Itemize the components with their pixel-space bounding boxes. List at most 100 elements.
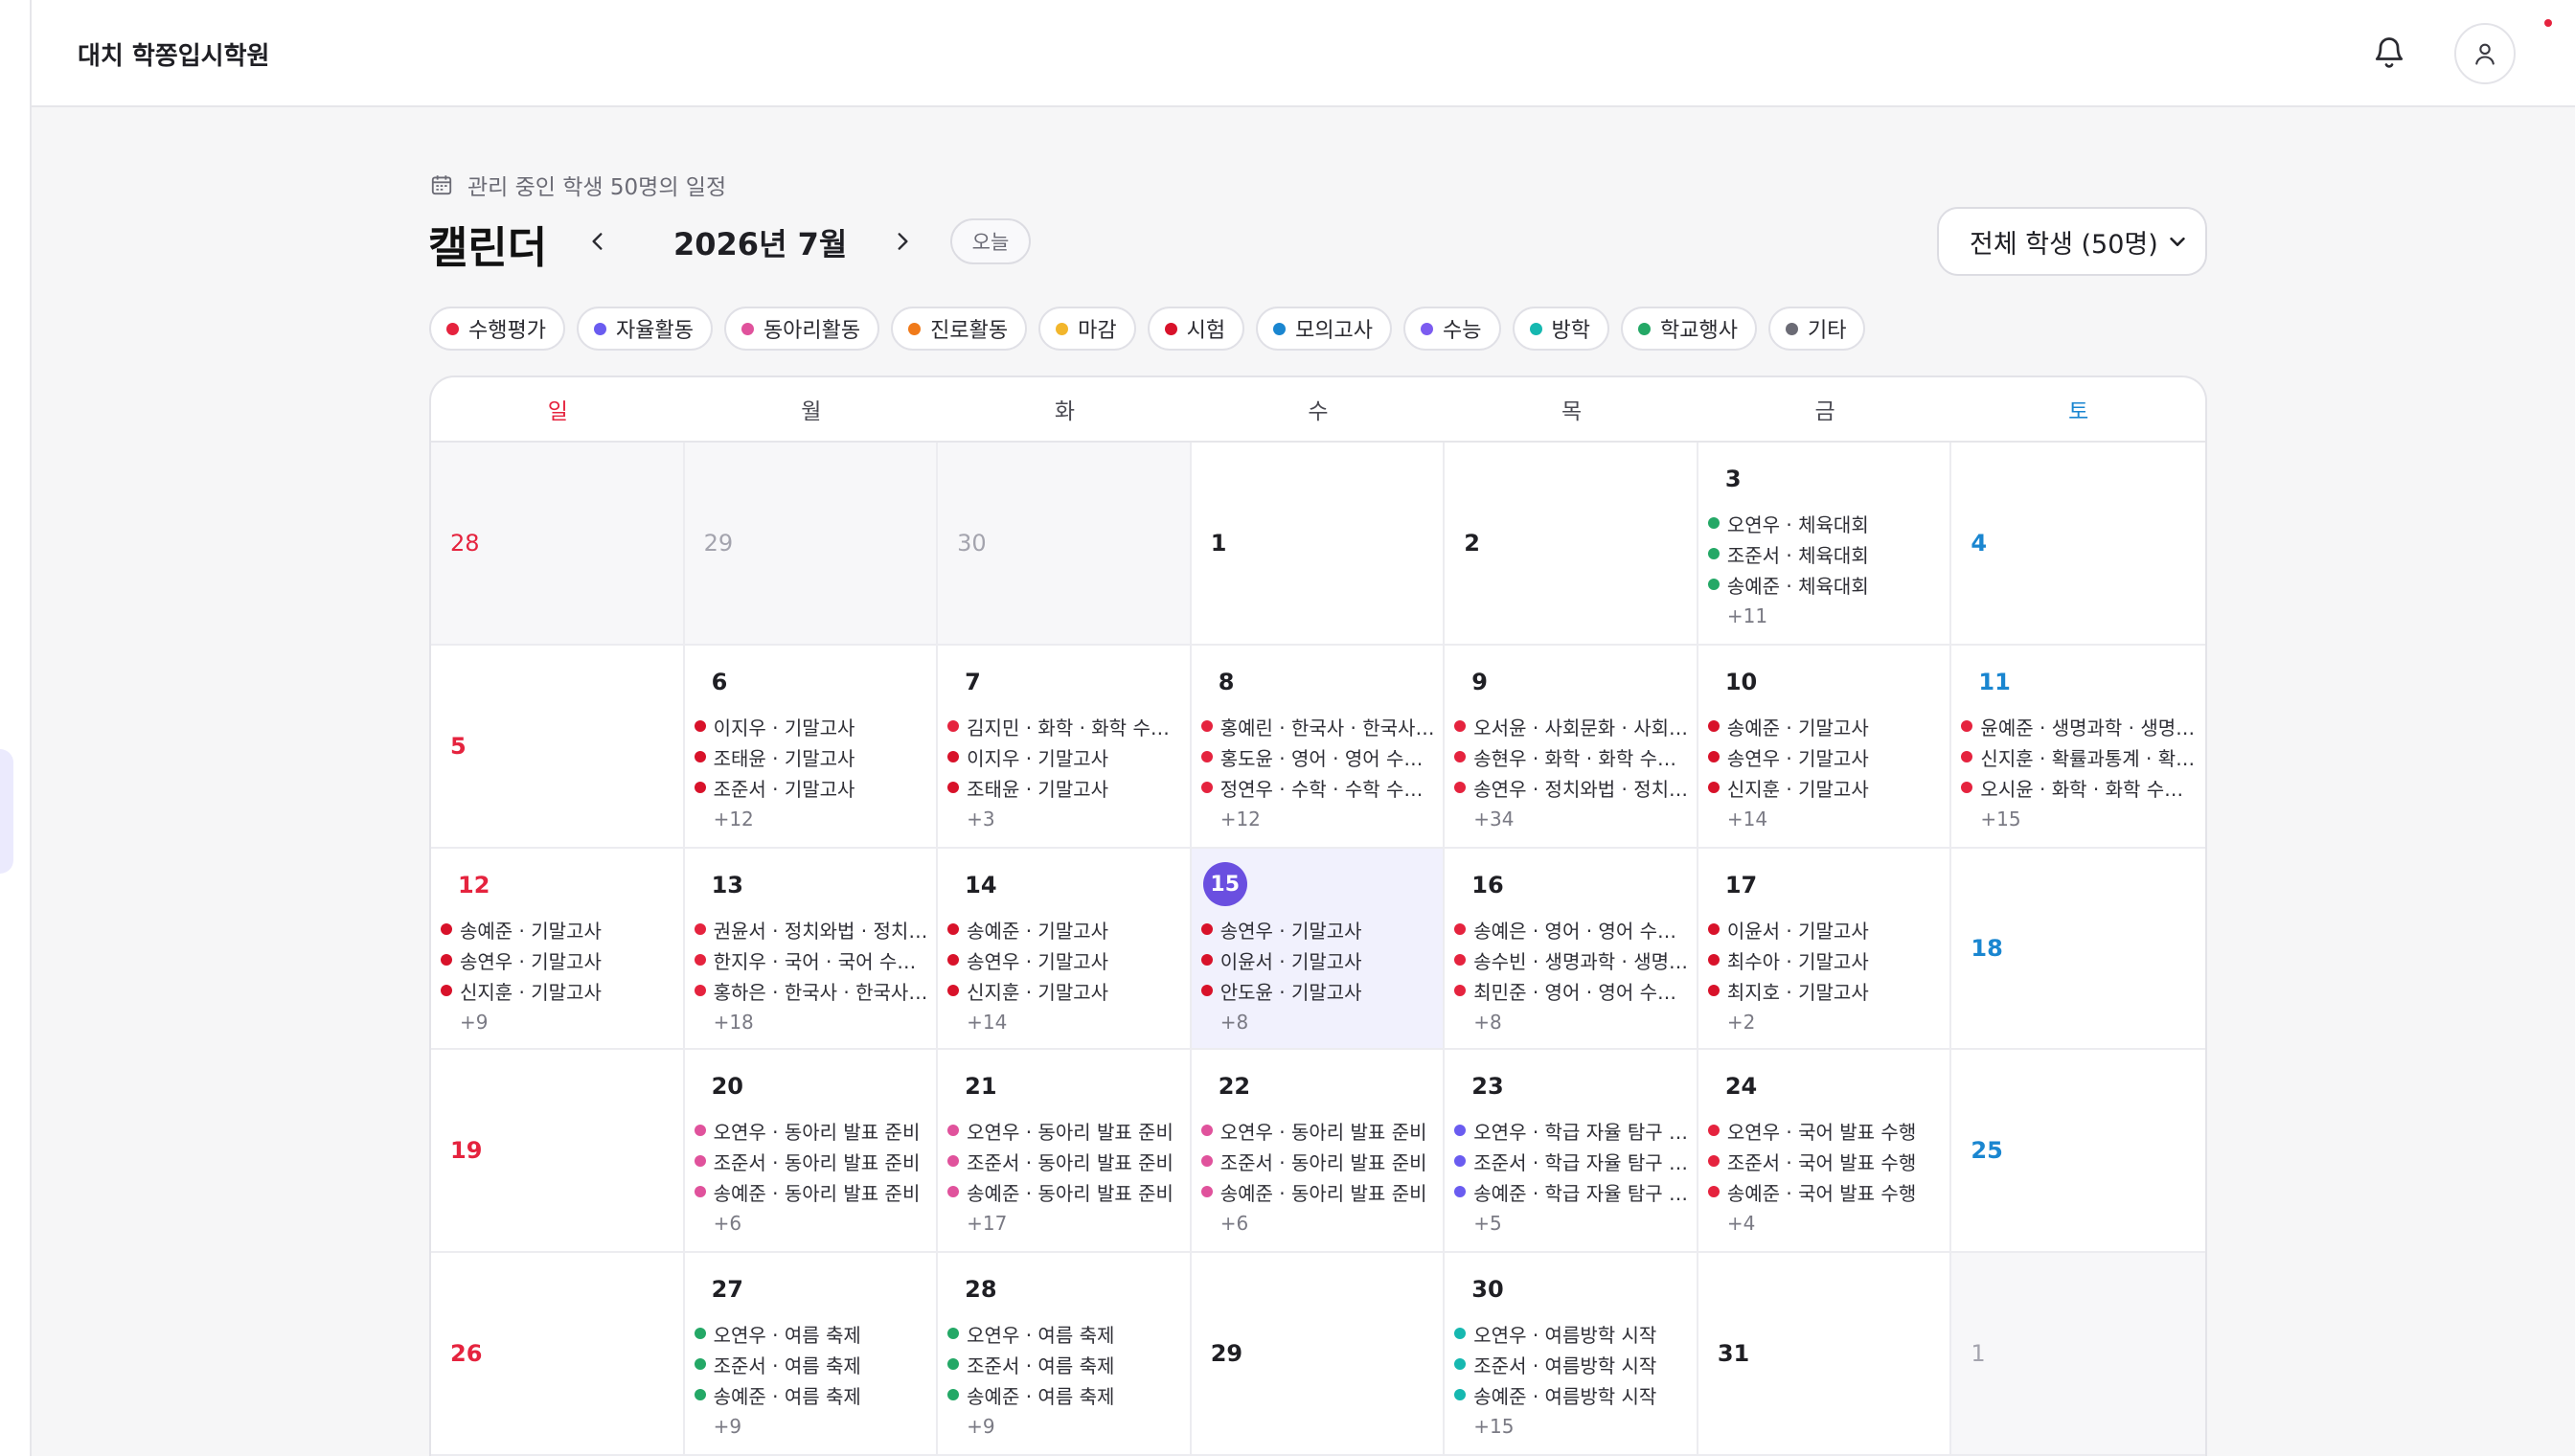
event-item[interactable]: 오시윤 · 화학 · 화학 수행평가 — [1961, 772, 2199, 803]
event-item[interactable]: 안도윤 · 기말고사 — [1200, 975, 1438, 1006]
calendar-day-cell[interactable]: 30 오연우 · 여름방학 시작 조준서 · 여름방학 시작 송예준 · 여름방학 시… — [1445, 1253, 1698, 1456]
calendar-day-cell[interactable]: 16 송예은 · 영어 · 영어 수행평가송수빈 · 생명과학 · 생명과학 수행… — [1445, 849, 1698, 1050]
event-item[interactable]: 오서윤 · 사회문화 · 사회문화 수행평가 — [1454, 711, 1691, 741]
today-button[interactable]: 오늘 — [950, 218, 1031, 264]
calendar-day-cell[interactable]: 24 오연우 · 국어 발표 수행 조준서 · 국어 발표 수행 송예준 · 국어 발… — [1698, 1050, 1952, 1253]
event-item[interactable]: 송예준 · 동아리 발표 준비 — [947, 1176, 1184, 1207]
category-chip[interactable]: 자율활동 — [576, 307, 713, 351]
event-item[interactable]: 송현우 · 화학 · 화학 수행평가 — [1454, 741, 1691, 772]
calendar-day-cell[interactable]: 19 — [431, 1050, 685, 1253]
calendar-day-cell[interactable]: 27 오연우 · 여름 축제 조준서 · 여름 축제 송예준 · 여름 축제 +9 — [684, 1253, 939, 1456]
calendar-day-cell[interactable]: 18 — [1951, 849, 2205, 1050]
event-item[interactable]: 조태윤 · 기말고사 — [694, 741, 931, 772]
calendar-day-cell[interactable]: 31 — [1698, 1253, 1952, 1456]
more-events-link[interactable]: +14 — [1708, 803, 1945, 835]
event-item[interactable]: 홍도윤 · 영어 · 영어 수행평가 — [1200, 741, 1437, 772]
calendar-day-cell[interactable]: 21 오연우 · 동아리 발표 준비 조준서 · 동아리 발표 준비 송예준 · 동아… — [938, 1050, 1192, 1253]
event-item[interactable]: 정연우 · 수학 · 수학 수행평가 — [1200, 772, 1437, 803]
event-item[interactable]: 송예준 · 여름 축제 — [947, 1379, 1184, 1410]
more-events-link[interactable]: +9 — [441, 1006, 677, 1038]
event-item[interactable]: 송예준 · 여름방학 시작 — [1454, 1379, 1691, 1410]
event-item[interactable]: 조준서 · 학급 자율 탐구 발표 — [1454, 1146, 1691, 1176]
more-events-link[interactable]: +14 — [947, 1006, 1184, 1038]
calendar-day-cell[interactable]: 23 오연우 · 학급 자율 탐구 발표 조준서 · 학급 자율 탐구 발표 송예준 … — [1445, 1050, 1698, 1253]
event-item[interactable]: 송예은 · 영어 · 영어 수행평가 — [1454, 914, 1691, 944]
more-events-link[interactable]: +6 — [695, 1207, 931, 1240]
calendar-day-cell[interactable]: 15 송연우 · 기말고사 이윤서 · 기말고사 안도윤 · 기말고사 +8 — [1191, 849, 1446, 1050]
more-events-link[interactable]: +9 — [947, 1410, 1184, 1443]
event-item[interactable]: 조준서 · 국어 발표 수행 — [1707, 1146, 1945, 1176]
event-item[interactable]: 송연우 · 기말고사 — [1707, 741, 1945, 772]
event-item[interactable]: 최수아 · 기말고사 — [1707, 944, 1945, 975]
prev-month-button[interactable] — [575, 218, 621, 264]
next-month-button[interactable] — [879, 218, 925, 264]
category-chip[interactable]: 학교행사 — [1621, 307, 1757, 351]
calendar-day-cell[interactable]: 6 이지우 · 기말고사 조태윤 · 기말고사 조준서 · 기말고사 +12 — [684, 646, 939, 849]
event-item[interactable]: 신지훈 · 기말고사 — [441, 975, 677, 1006]
category-chip[interactable]: 마감 — [1038, 307, 1136, 351]
more-events-link[interactable]: +15 — [1454, 1410, 1691, 1443]
event-item[interactable]: 송예준 · 동아리 발표 준비 — [1200, 1176, 1438, 1207]
calendar-day-cell[interactable]: 13 권윤서 · 정치와법 · 정치와법 수행평가한지우 · 국어 · 국어 수행… — [684, 849, 939, 1050]
more-events-link[interactable]: +4 — [1708, 1207, 1945, 1240]
event-item[interactable]: 조준서 · 여름방학 시작 — [1454, 1349, 1691, 1379]
event-item[interactable]: 송예준 · 여름 축제 — [694, 1379, 931, 1410]
calendar-day-cell[interactable]: 5 — [431, 646, 685, 849]
more-events-link[interactable]: +11 — [1708, 600, 1945, 632]
event-item[interactable]: 이지우 · 기말고사 — [947, 741, 1184, 772]
notification-button[interactable] — [2366, 29, 2412, 75]
event-item[interactable]: 한지우 · 국어 · 국어 수행평가 — [694, 944, 930, 975]
calendar-day-cell[interactable]: 9 오서윤 · 사회문화 · 사회문화 수행평가송현우 · 화학 · 화학 수행평… — [1445, 646, 1698, 849]
event-item[interactable]: 조준서 · 동아리 발표 준비 — [947, 1146, 1184, 1176]
event-item[interactable]: 송예준 · 기말고사 — [441, 914, 677, 944]
event-item[interactable]: 송연우 · 기말고사 — [441, 944, 677, 975]
profile-button[interactable] — [2454, 23, 2516, 84]
category-chip[interactable]: 수능 — [1403, 307, 1501, 351]
calendar-day-cell[interactable]: 10 송예준 · 기말고사 송연우 · 기말고사 신지훈 · 기말고사 +14 — [1698, 646, 1952, 849]
event-item[interactable]: 오연우 · 체육대회 — [1707, 508, 1945, 538]
event-item[interactable]: 조준서 · 동아리 발표 준비 — [1200, 1146, 1438, 1176]
calendar-day-cell[interactable]: 28 오연우 · 여름 축제 조준서 · 여름 축제 송예준 · 여름 축제 +9 — [938, 1253, 1192, 1456]
event-item[interactable]: 이윤서 · 기말고사 — [1200, 944, 1438, 975]
event-item[interactable]: 송예준 · 기말고사 — [1707, 711, 1945, 741]
event-item[interactable]: 최지호 · 기말고사 — [1707, 975, 1945, 1006]
event-item[interactable]: 오연우 · 동아리 발표 준비 — [947, 1115, 1184, 1146]
calendar-day-cell[interactable]: 11 윤예준 · 생명과학 · 생명과학 수행평가신지훈 · 확률과통계 · 확률… — [1951, 646, 2205, 849]
student-filter-select[interactable]: 전체 학생 (50명) — [1937, 207, 2207, 276]
calendar-day-cell[interactable]: 20 오연우 · 동아리 발표 준비 조준서 · 동아리 발표 준비 송예준 · 동아… — [684, 1050, 939, 1253]
calendar-day-cell[interactable]: 26 — [431, 1253, 685, 1456]
more-events-link[interactable]: +17 — [947, 1207, 1184, 1240]
calendar-day-cell[interactable]: 25 — [1951, 1050, 2205, 1253]
event-item[interactable]: 오연우 · 동아리 발표 준비 — [1200, 1115, 1438, 1146]
event-item[interactable]: 송수빈 · 생명과학 · 생명과학 수행평가 — [1454, 944, 1691, 975]
calendar-day-cell[interactable]: 8 홍예린 · 한국사 · 한국사 수행평가홍도윤 · 영어 · 영어 수행평가정… — [1191, 646, 1446, 849]
calendar-day-cell[interactable]: 2 — [1445, 443, 1698, 646]
event-item[interactable]: 오연우 · 동아리 발표 준비 — [694, 1115, 931, 1146]
calendar-day-cell[interactable]: 29 — [684, 443, 939, 646]
category-chip[interactable]: 진로활동 — [891, 307, 1028, 351]
calendar-day-cell[interactable]: 3 오연우 · 체육대회 조준서 · 체육대회 송예준 · 체육대회 +11 — [1698, 443, 1952, 646]
event-item[interactable]: 오연우 · 국어 발표 수행 — [1707, 1115, 1945, 1146]
more-events-link[interactable]: +9 — [695, 1410, 931, 1443]
calendar-day-cell[interactable]: 1 — [1951, 1253, 2205, 1456]
calendar-day-cell[interactable]: 12 송예준 · 기말고사 송연우 · 기말고사 신지훈 · 기말고사 +9 — [431, 849, 685, 1050]
more-events-link[interactable]: +12 — [1201, 803, 1438, 835]
more-events-link[interactable]: +2 — [1708, 1006, 1945, 1038]
event-item[interactable]: 윤예준 · 생명과학 · 생명과학 수행평가 — [1961, 711, 2199, 741]
event-item[interactable]: 송연우 · 기말고사 — [947, 944, 1184, 975]
more-events-link[interactable]: +34 — [1454, 803, 1691, 835]
category-chip[interactable]: 수행평가 — [429, 307, 565, 351]
sidebar-toggle-handle[interactable] — [0, 749, 13, 874]
event-item[interactable]: 홍예린 · 한국사 · 한국사 수행평가 — [1200, 711, 1437, 741]
event-item[interactable]: 오연우 · 학급 자율 탐구 발표 — [1454, 1115, 1691, 1146]
event-item[interactable]: 권윤서 · 정치와법 · 정치와법 수행평가 — [694, 914, 930, 944]
calendar-day-cell[interactable]: 30 — [938, 443, 1192, 646]
event-item[interactable]: 조태윤 · 기말고사 — [947, 772, 1184, 803]
more-events-link[interactable]: +18 — [695, 1006, 931, 1038]
event-item[interactable]: 오연우 · 여름방학 시작 — [1454, 1318, 1691, 1349]
event-item[interactable]: 오연우 · 여름 축제 — [947, 1318, 1184, 1349]
calendar-day-cell[interactable]: 28 — [431, 443, 685, 646]
event-item[interactable]: 조준서 · 체육대회 — [1707, 538, 1945, 569]
calendar-day-cell[interactable]: 17 이윤서 · 기말고사 최수아 · 기말고사 최지호 · 기말고사 +2 — [1698, 849, 1952, 1050]
category-chip[interactable]: 시험 — [1147, 307, 1245, 351]
